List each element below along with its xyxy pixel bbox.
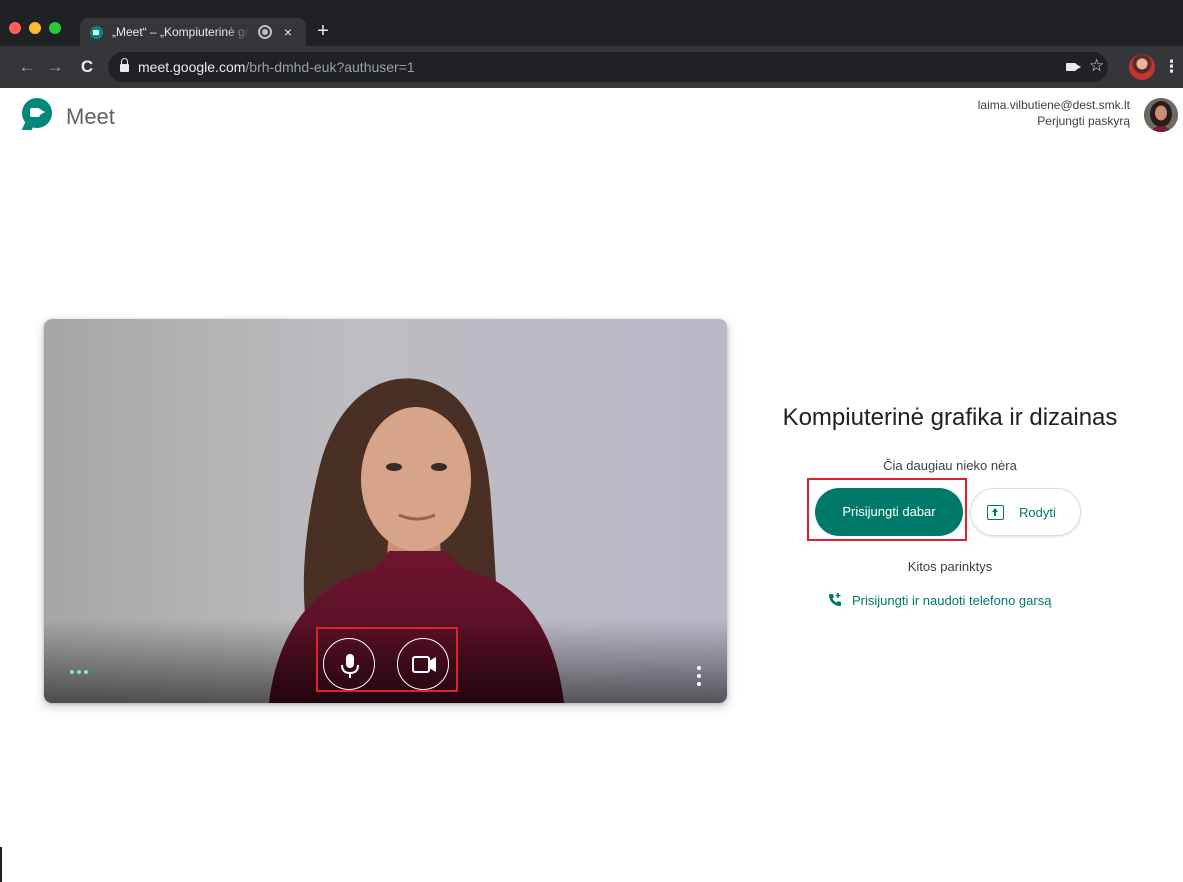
bookmark-star-icon[interactable]: ☆: [1089, 56, 1104, 76]
url-text[interactable]: meet.google.com/brh-dmhd-euk?authuser=1: [138, 59, 415, 75]
highlight-frame-join: [807, 478, 967, 541]
reload-button[interactable]: C: [76, 56, 98, 78]
close-window-button[interactable]: [9, 22, 21, 34]
browser-profile-avatar[interactable]: [1129, 54, 1155, 80]
url-path: /brh-dmhd-euk?authuser=1: [245, 59, 415, 75]
present-screen-icon: [987, 505, 1004, 520]
account-email: laima.vilbutiene@dest.smk.lt: [977, 98, 1130, 112]
back-button[interactable]: ←: [16, 56, 38, 78]
meet-logo-icon[interactable]: [21, 98, 56, 132]
participants-status: Čia daugiau nieko nėra: [883, 458, 1017, 473]
forward-button[interactable]: →: [44, 56, 66, 78]
join-with-phone-label: Prisijungti ir naudoti telefono garsą: [852, 593, 1052, 608]
browser-titlebar: „Meet“ – „Kompiuterinė grafika ir dizain…: [0, 0, 1183, 46]
recording-indicator-icon: [258, 25, 272, 39]
highlight-frame-controls: [316, 627, 458, 692]
meeting-title: Kompiuterinė grafika ir dizainas: [782, 404, 1118, 431]
tab-title: „Meet“ – „Kompiuterinė grafika ir dizain…: [112, 25, 250, 39]
camera-in-use-icon[interactable]: [1066, 63, 1081, 71]
window-edge: [0, 847, 2, 882]
switch-account-link[interactable]: Perjungti paskyrą: [1037, 114, 1130, 128]
minimize-window-button[interactable]: [29, 22, 41, 34]
other-options-heading: Kitos parinktys: [907, 559, 993, 574]
meet-favicon-icon: [90, 26, 103, 39]
product-name[interactable]: Meet: [66, 104, 115, 130]
tab-close-icon[interactable]: ×: [278, 22, 298, 42]
address-bar[interactable]: meet.google.com/brh-dmhd-euk?authuser=1 …: [108, 52, 1108, 82]
browser-toolbar: ← → C meet.google.com/brh-dmhd-euk?authu…: [0, 46, 1183, 88]
new-tab-button[interactable]: +: [312, 20, 334, 42]
more-effects-icon[interactable]: [70, 667, 90, 677]
present-button-label: Rodyti: [1019, 505, 1056, 520]
url-host: meet.google.com: [138, 59, 246, 75]
present-button[interactable]: Rodyti: [970, 488, 1081, 536]
browser-menu-icon[interactable]: ⋮: [1163, 56, 1180, 78]
browser-tab-meet[interactable]: „Meet“ – „Kompiuterinė grafika ir dizain…: [80, 18, 306, 46]
lock-icon[interactable]: [120, 58, 129, 72]
preview-options-icon[interactable]: [695, 665, 703, 687]
maximize-window-button[interactable]: [49, 22, 61, 34]
phone-add-icon: [829, 593, 841, 606]
avatar[interactable]: [1144, 98, 1178, 132]
